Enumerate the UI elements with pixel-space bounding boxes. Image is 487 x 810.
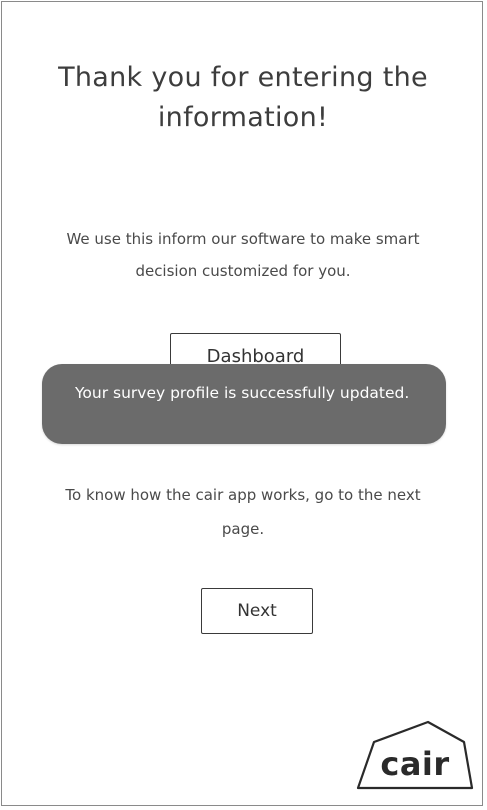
page-title: Thank you for entering the information! xyxy=(58,62,428,133)
help-text: To know how the cair app works, go to th… xyxy=(65,486,421,538)
toast-notification: Your survey profile is successfully upda… xyxy=(42,364,446,444)
logo-text: cair xyxy=(380,745,450,783)
info-text: We use this inform our software to make … xyxy=(66,230,420,280)
toast-message: Your survey profile is successfully upda… xyxy=(75,384,410,402)
screen-frame: Thank you for entering the information! … xyxy=(1,1,483,806)
next-button[interactable]: Next xyxy=(201,588,313,634)
cair-logo: cair xyxy=(356,716,474,796)
